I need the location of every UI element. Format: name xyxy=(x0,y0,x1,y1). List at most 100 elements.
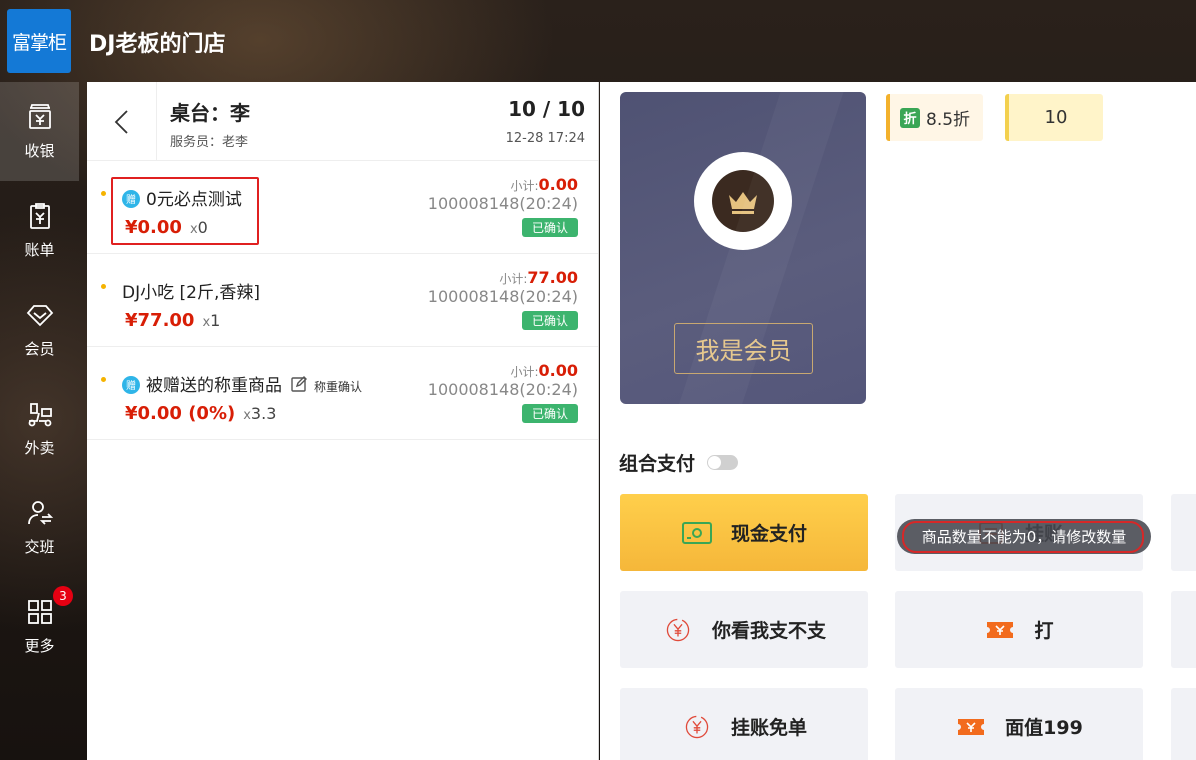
status-dot xyxy=(101,377,106,382)
chevron-left-icon xyxy=(114,109,128,134)
gift-icon: 赠 xyxy=(122,375,140,394)
confirmed-badge: 已确认 xyxy=(521,311,578,330)
item-price-text: ¥0.00 (0%) xyxy=(125,403,236,424)
sidebar: 收银 账单 会员 外卖 交班 更多 3 xyxy=(0,82,79,760)
ticket-icon xyxy=(987,621,1014,638)
payment-area: 我是会员 折 8.5折 10 组合支付 现金支付 挂账 你看我支不支 打 挂账免… xyxy=(600,82,1196,760)
gift-icon: 赠 xyxy=(122,189,140,208)
grid-icon xyxy=(27,600,52,624)
cash-register-icon xyxy=(28,104,51,129)
scooter-icon xyxy=(28,403,52,427)
order-item[interactable]: DJ小吃 [2斤,香辣] ¥77.00 x1 小计:77.00 100008148… xyxy=(87,254,598,347)
yuan-circle-icon xyxy=(685,715,709,738)
discount-icon: 折 xyxy=(900,107,920,128)
cash-pay-button[interactable]: 现金支付 xyxy=(620,494,868,571)
qty-prefix: x xyxy=(189,222,198,237)
weigh-confirm-label[interactable]: 称重确认 xyxy=(314,380,362,394)
ticket-icon xyxy=(958,718,985,735)
sidebar-item-label: 账单 xyxy=(24,241,55,259)
subtotal-value: 0.00 xyxy=(538,175,578,194)
error-toast: 商品数量不能为0，请修改数量 xyxy=(897,519,1151,554)
sidebar-item-label: 会员 xyxy=(24,340,55,358)
item-name: DJ小吃 [2斤,香辣] xyxy=(122,278,260,303)
order-code: 100008148(20:24) xyxy=(427,194,578,213)
crown-diamond-icon xyxy=(712,170,774,232)
item-price: ¥0.00 (0%) x3.3 xyxy=(125,403,276,424)
order-panel: 桌台：李 服务员：老李 10 / 10 12-28 17:24 赠 0元必点测试 … xyxy=(87,82,599,760)
pay-button-label: 面值199 xyxy=(1005,717,1083,739)
subtotal-value: 0.00 xyxy=(538,361,578,380)
waiter-name: 服务员：老李 xyxy=(170,135,249,150)
status-dot xyxy=(101,284,106,289)
store-name: DJ老板的门店 xyxy=(89,32,226,57)
item-price: ¥77.00 x1 xyxy=(125,310,220,331)
order-time: 12-28 17:24 xyxy=(505,131,585,146)
combo-payment-label: 组合支付 xyxy=(619,453,696,475)
order-item[interactable]: 赠被赠送的称重商品 称重确认 ¥0.00 (0%) x3.3 小计:0.00 100… xyxy=(87,347,598,440)
order-code: 100008148(20:24) xyxy=(427,380,578,399)
sidebar-item-label: 外卖 xyxy=(24,439,55,457)
item-qty-value: 1 xyxy=(210,311,221,330)
avatar xyxy=(694,152,792,250)
item-subtotal: 小计:77.00 xyxy=(499,268,578,287)
item-qty: x3.3 xyxy=(243,404,276,423)
points-tag[interactable]: 10 xyxy=(1005,94,1103,141)
combo-payment-toggle[interactable] xyxy=(707,455,738,470)
item-name-text: 0元必点测试 xyxy=(146,190,242,210)
item-name: 赠被赠送的称重商品 称重确认 xyxy=(122,371,362,396)
points-value: 10 xyxy=(1044,107,1068,128)
member-button[interactable]: 我是会员 xyxy=(674,323,813,374)
sidebar-item-label: 更多 xyxy=(24,637,55,655)
crown-icon xyxy=(729,192,757,214)
pay-button-partial[interactable] xyxy=(1171,494,1196,571)
confirmed-badge: 已确认 xyxy=(521,404,578,423)
item-qty: x0 xyxy=(190,218,208,237)
pay-button-label: 现金支付 xyxy=(730,523,807,545)
back-button[interactable] xyxy=(87,82,157,161)
coupon-pay-button[interactable]: 打 xyxy=(895,591,1143,668)
order-header: 桌台：李 服务员：老李 10 / 10 12-28 17:24 xyxy=(87,82,598,161)
sidebar-item-bills[interactable]: 账单 xyxy=(0,181,79,280)
pay-button-label: 挂账免单 xyxy=(730,717,807,739)
member-card[interactable]: 我是会员 xyxy=(620,92,866,404)
sidebar-item-label: 收银 xyxy=(24,142,55,160)
diamond-icon xyxy=(26,305,53,327)
table-label: 桌台：李 xyxy=(170,101,250,125)
pay-button-partial[interactable] xyxy=(1171,688,1196,760)
item-subtotal: 小计:0.00 xyxy=(510,175,578,194)
sidebar-item-shift[interactable]: 交班 xyxy=(0,478,79,577)
discount-label: 8.5折 xyxy=(926,110,971,130)
item-price-text: ¥77.00 xyxy=(125,310,195,331)
sidebar-item-cashier[interactable]: 收银 xyxy=(0,82,79,181)
free-ledger-pay-button[interactable]: 挂账免单 xyxy=(620,688,868,760)
sidebar-item-more[interactable]: 更多 3 xyxy=(0,577,79,676)
custom-pay-button[interactable]: 你看我支不支 xyxy=(620,591,868,668)
edit-icon[interactable] xyxy=(290,375,308,393)
confirmed-badge: 已确认 xyxy=(521,218,578,237)
pay-button-partial[interactable] xyxy=(1171,591,1196,668)
subtotal-value: 77.00 xyxy=(527,268,578,287)
order-item[interactable]: 赠 0元必点测试 ¥0.00 x0 小计:0.00 100008148(20:24)… xyxy=(87,161,598,254)
notification-badge: 3 xyxy=(53,586,73,606)
subtotal-label: 小计: xyxy=(510,365,539,379)
pay-button-label: 打 xyxy=(1034,620,1054,642)
sidebar-item-delivery[interactable]: 外卖 xyxy=(0,379,79,478)
voucher-199-pay-button[interactable]: 面值199 xyxy=(895,688,1143,760)
pay-button-label: 你看我支不支 xyxy=(711,620,826,642)
item-qty-value: 0 xyxy=(197,218,208,237)
subtotal-label: 小计: xyxy=(510,179,539,193)
item-qty-value: 3.3 xyxy=(250,404,277,423)
bill-icon xyxy=(29,203,50,229)
app-logo: 富掌柜 xyxy=(7,9,71,73)
discount-tag[interactable]: 折 8.5折 xyxy=(886,94,983,141)
item-name-text: DJ小吃 [2斤,香辣] xyxy=(122,283,260,303)
item-count: 10 / 10 xyxy=(508,97,585,121)
yuan-circle-icon xyxy=(666,618,690,641)
item-name-text: 被赠送的称重商品 xyxy=(146,376,282,396)
sidebar-item-label: 交班 xyxy=(24,538,55,556)
item-price-text: ¥0.00 xyxy=(125,217,182,238)
qty-prefix: x xyxy=(243,408,251,423)
item-name: 赠 0元必点测试 xyxy=(122,185,242,210)
item-price: ¥0.00 x0 xyxy=(125,217,208,238)
sidebar-item-members[interactable]: 会员 xyxy=(0,280,79,379)
